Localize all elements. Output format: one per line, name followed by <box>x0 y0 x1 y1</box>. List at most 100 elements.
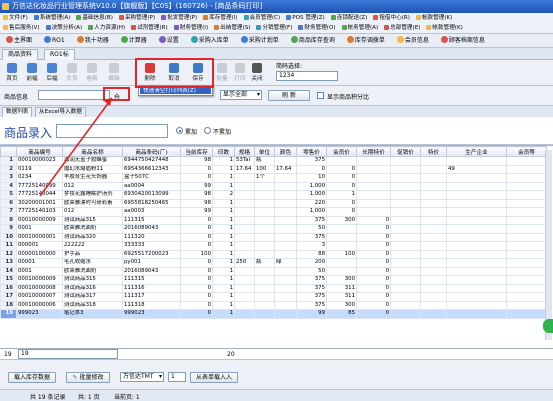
table-cell-code[interactable]: 00001 <box>16 258 63 268</box>
table-cell-price[interactable]: 88 <box>296 249 327 259</box>
table-cell-spec[interactable] <box>234 241 255 251</box>
table-cell-level[interactable] <box>506 215 547 225</box>
accumulate-radio[interactable] <box>176 127 183 134</box>
table-cell-name[interactable]: 魔幻水爆眉粉11 <box>62 164 123 174</box>
quick-toolbar-item[interactable]: 商品库存查询 <box>285 34 341 48</box>
table-cell-level[interactable] <box>506 232 547 242</box>
menu-item[interactable]: 会员管理(C) <box>241 13 284 23</box>
quick-toolbar-item[interactable]: 采购计划单 <box>235 34 285 48</box>
table-cell-long[interactable] <box>356 156 391 166</box>
table-cell-stock[interactable]: 98 <box>180 190 213 200</box>
table-cell-name[interactable]: 护手品 <box>62 249 123 259</box>
table-cell-long[interactable]: 0 <box>356 309 391 319</box>
table-cell-member[interactable] <box>326 266 357 276</box>
table-cell-qty[interactable]: 1 <box>212 300 235 310</box>
menu-item[interactable]: 批发管理(P) <box>158 13 200 23</box>
column-header[interactable]: 长期特价 <box>356 146 391 157</box>
table-cell-qty[interactable]: 1 <box>212 215 235 225</box>
table-cell-color[interactable] <box>274 309 297 319</box>
table-cell-maker[interactable] <box>446 292 507 302</box>
table-cell-promo[interactable] <box>390 190 421 200</box>
column-header[interactable]: 会员等 <box>506 146 547 157</box>
table-cell-level[interactable] <box>506 173 547 183</box>
table-cell-name[interactable]: 222222 <box>62 241 123 251</box>
table-cell-price[interactable]: 375 <box>296 156 327 166</box>
row-number[interactable]: 10 <box>0 232 17 242</box>
table-cell-special[interactable] <box>420 249 447 259</box>
table-cell-member[interactable] <box>326 224 357 234</box>
column-header[interactable]: 促销价 <box>390 146 421 157</box>
table-cell-qty[interactable]: 1 <box>212 156 235 166</box>
table-cell-member[interactable]: 1 <box>326 190 357 200</box>
table-cell-spec[interactable] <box>234 190 255 200</box>
column-header[interactable]: 当前库存 <box>180 146 213 157</box>
table-cell-member[interactable]: 85 <box>326 309 357 319</box>
table-cell-stock[interactable]: 0 <box>180 266 213 276</box>
column-header[interactable]: 商品编号 <box>16 146 63 157</box>
menu-item[interactable]: 帐款管理(K) <box>413 13 455 23</box>
table-row[interactable]: 1 00010000023 滋润无盖子胶蜂蜜 6944750427448 98 1 53Ta… <box>0 156 547 166</box>
quick-toolbar-item[interactable]: 计算器 <box>115 34 153 48</box>
menu-item[interactable]: 分销管理(F) <box>253 23 295 33</box>
table-cell-special[interactable] <box>420 173 447 183</box>
table-row[interactable]: 9 0001 欧莱雅洗面奶 2016089043 0 1 50 0 <box>0 224 547 234</box>
table-cell-unit[interactable]: 瓶 <box>254 156 275 166</box>
table-cell-long[interactable] <box>356 198 391 208</box>
table-cell-qty[interactable]: 1 <box>212 266 235 276</box>
table-cell-code[interactable]: 30200001001 <box>16 198 63 208</box>
table-cell-price[interactable]: 375 <box>296 292 327 302</box>
row-number[interactable]: 11 <box>0 241 17 251</box>
table-cell-price[interactable]: 375 <box>296 283 327 293</box>
table-cell-member[interactable] <box>326 258 357 268</box>
table-cell-code[interactable]: 00010000001 <box>16 232 63 242</box>
table-cell-stock[interactable]: 0 <box>180 173 213 183</box>
table-cell-qty[interactable]: 1 <box>212 309 235 319</box>
menu-item[interactable]: 文件(F) <box>0 13 31 23</box>
show-filter-select[interactable]: 显示全部 ▾ <box>220 90 262 100</box>
table-cell-barcode[interactable]: 2016089043 <box>122 224 181 234</box>
table-cell-code[interactable]: 00010000008 <box>16 283 63 293</box>
table-cell-price[interactable]: 375 <box>296 300 327 310</box>
table-row[interactable]: 17 00010000007 测试商品317 111317 0 1 375 311 0 <box>0 292 547 302</box>
table-cell-qty[interactable]: 1 <box>212 232 235 242</box>
table-cell-long[interactable]: 0 <box>356 241 391 251</box>
summary-code-cell[interactable]: 19 <box>18 349 118 359</box>
table-cell-barcode[interactable]: 111317 <box>122 292 181 302</box>
table-cell-name[interactable]: 012 <box>62 207 123 217</box>
table-cell-qty[interactable]: 2 <box>212 190 235 200</box>
table-cell-level[interactable] <box>506 292 547 302</box>
table-cell-promo[interactable] <box>390 258 421 268</box>
table-cell-price[interactable]: 375 <box>296 215 327 225</box>
table-cell-color[interactable] <box>274 198 297 208</box>
menu-item[interactable]: 帐务管理(A) <box>339 23 382 33</box>
table-cell-name[interactable]: 012 <box>62 181 123 191</box>
row-number[interactable]: 7 <box>0 207 17 217</box>
table-row[interactable]: 12 00000100000 护手品 6925517200023 100 1 88 100 0 <box>0 249 547 259</box>
quick-toolbar-item[interactable]: RO1 <box>38 34 71 48</box>
row-number[interactable]: 9 <box>0 224 17 234</box>
table-cell-qty[interactable]: 1 <box>212 258 235 268</box>
table-cell-spec[interactable] <box>234 309 255 319</box>
table-cell-unit[interactable] <box>254 198 275 208</box>
menu-item[interactable]: 售后服务(V) <box>0 23 43 33</box>
table-cell-member[interactable] <box>326 156 357 166</box>
table-cell-stock[interactable]: 0 <box>180 224 213 234</box>
table-cell-name[interactable]: 欧莱雅洗面奶 <box>62 224 123 234</box>
table-cell-barcode[interactable]: 111315 <box>122 275 181 285</box>
table-cell-qty[interactable]: 1 <box>212 173 235 183</box>
table-cell-spec[interactable] <box>234 300 255 310</box>
table-cell-spec[interactable] <box>234 215 255 225</box>
table-cell-barcode[interactable]: 6925517200023 <box>122 249 181 259</box>
table-cell-qty[interactable]: 1 <box>212 181 235 191</box>
vertical-scrollbar[interactable] <box>545 150 552 340</box>
table-cell-maker[interactable] <box>446 249 507 259</box>
table-cell-maker[interactable] <box>446 266 507 276</box>
toolbar-button[interactable]: 负页 <box>62 61 82 85</box>
side-float-button[interactable] <box>543 319 553 333</box>
row-number[interactable]: 4 <box>0 181 17 191</box>
table-cell-promo[interactable] <box>390 241 421 251</box>
table-cell-level[interactable] <box>506 249 547 259</box>
table-cell-maker[interactable] <box>446 215 507 225</box>
table-cell-price[interactable]: 10 <box>296 173 327 183</box>
table-cell-promo[interactable] <box>390 275 421 285</box>
